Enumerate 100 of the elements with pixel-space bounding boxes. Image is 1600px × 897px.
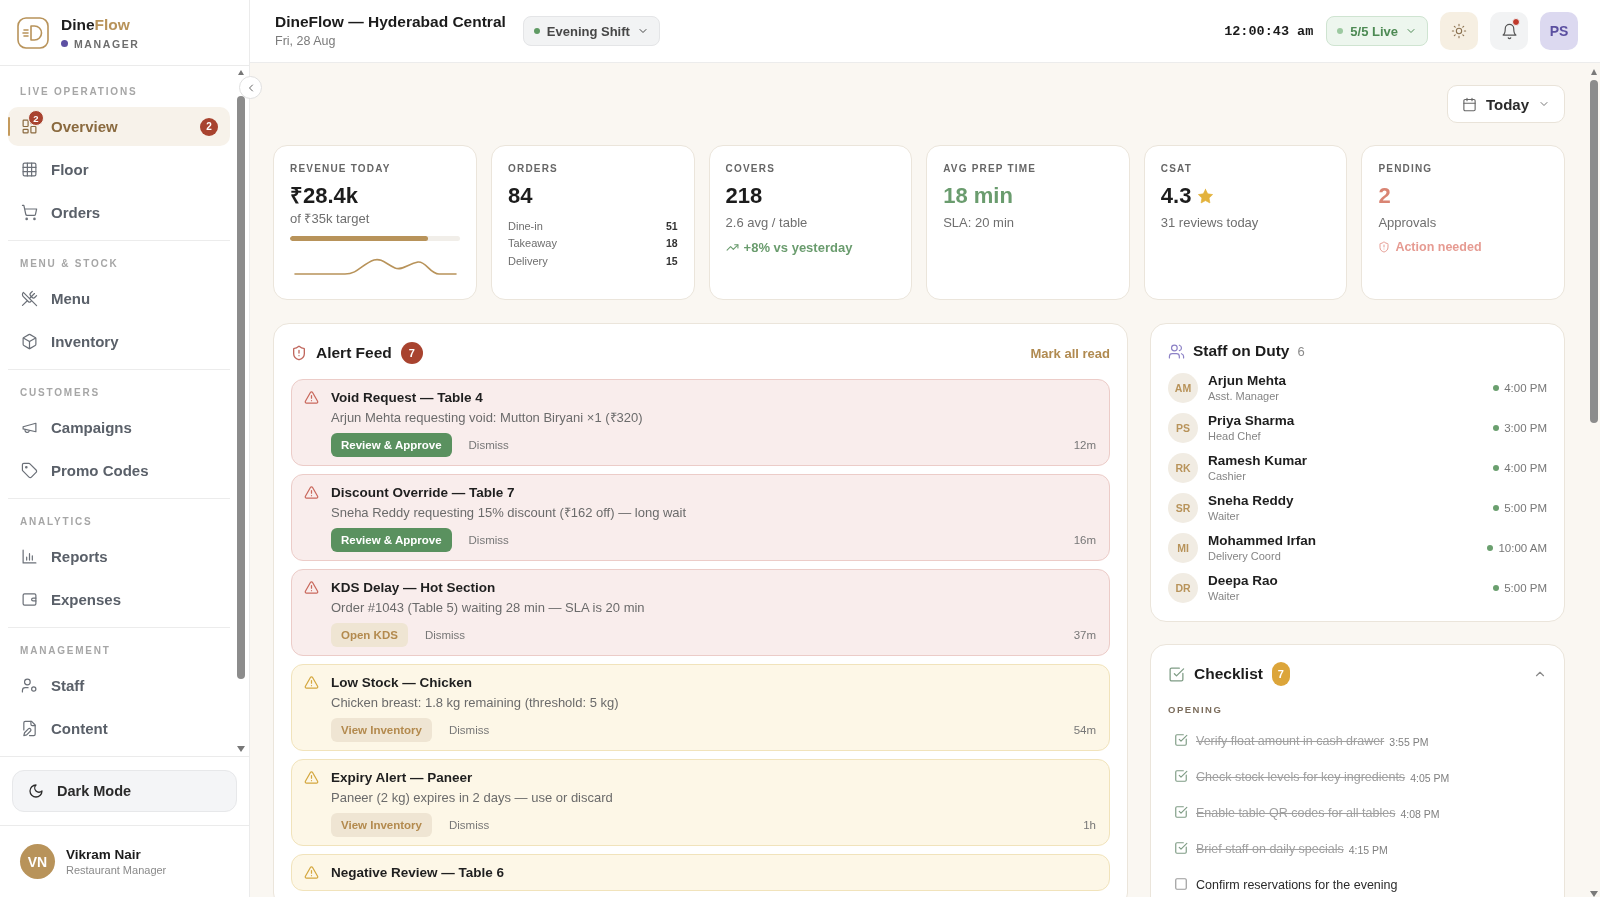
staff-avatar: PS <box>1168 413 1198 443</box>
scrollbar[interactable] <box>1590 69 1598 897</box>
dark-mode-button[interactable]: Dark Mode <box>12 770 237 812</box>
alert-title: Discount Override — Table 7 <box>331 484 516 502</box>
utensils-icon <box>21 290 38 307</box>
stat-value: 18 min <box>943 183 1013 209</box>
alert-note: Action needed <box>1395 240 1482 254</box>
nav-item[interactable]: Reports <box>8 537 230 576</box>
dismiss-button[interactable]: Dismiss <box>424 629 466 641</box>
page-date: Fri, 28 Aug <box>275 34 337 49</box>
nav-item[interactable]: Orders <box>8 193 230 232</box>
checkbox[interactable] <box>1174 733 1188 747</box>
breakdown-label: Delivery <box>508 254 548 267</box>
nav-item[interactable]: Content <box>8 709 230 748</box>
bell-icon <box>1500 22 1518 40</box>
nav-item[interactable]: Promo Codes <box>8 451 230 490</box>
grid-icon <box>21 161 38 178</box>
dismiss-button[interactable]: Dismiss <box>448 819 490 831</box>
nav-item[interactable]: Floor <box>8 150 230 189</box>
checkbox[interactable] <box>1174 769 1188 783</box>
user-role: Restaurant Manager <box>66 864 167 876</box>
brand-name: DineFlow <box>61 15 130 34</box>
alert-time: 16m <box>1073 534 1096 546</box>
nav-item[interactable]: Menu <box>8 279 230 318</box>
checkbox[interactable] <box>1174 805 1188 819</box>
mark-all-read-link[interactable]: Mark all read <box>1030 345 1110 361</box>
staff-role: Delivery Coord <box>1208 549 1281 563</box>
staff-count: 6 <box>1297 343 1305 359</box>
stat-caption: 31 reviews today <box>1160 215 1260 231</box>
trend-up-icon <box>725 241 739 254</box>
role-label: MANAGER <box>74 37 140 50</box>
nav-item[interactable]: 2 Overview 2 <box>8 107 230 146</box>
checklist-item-text: Confirm reservations for the evening <box>1196 877 1398 893</box>
staff-name: Arjun Mehta <box>1208 373 1286 389</box>
stat-label: ORDERS <box>508 163 559 175</box>
calendar-icon <box>1461 96 1477 112</box>
breakdown-value: 18 <box>665 237 678 250</box>
nav-item[interactable]: Inventory <box>8 322 230 361</box>
breakdown-value: 15 <box>665 254 678 267</box>
checkbox[interactable] <box>1174 877 1188 891</box>
alert-title: Void Request — Table 4 <box>331 389 484 407</box>
logo-icon <box>17 16 49 49</box>
notifications-button[interactable] <box>1490 12 1528 50</box>
tag-icon <box>21 462 38 479</box>
moon-icon <box>28 783 44 799</box>
count-badge: 7 <box>1271 662 1290 686</box>
stat-label: REVENUE TODAY <box>290 163 392 175</box>
staff-name: Priya Sharma <box>1208 413 1295 429</box>
theme-button[interactable] <box>1440 12 1478 50</box>
stat-label: PENDING <box>1378 163 1434 175</box>
stat-label: AVG PREP TIME <box>943 163 1038 175</box>
alert-time: 12m <box>1073 439 1096 451</box>
shield-alert-icon <box>291 345 307 361</box>
dismiss-button[interactable]: Dismiss <box>448 724 490 736</box>
count-badge: 7 <box>400 342 423 364</box>
live-status-selector[interactable]: 5/5 Live <box>1326 16 1428 46</box>
nav-item[interactable]: Expenses <box>8 580 230 619</box>
stat-caption: 2.6 avg / table <box>725 215 809 231</box>
breakdown-value: 51 <box>665 219 678 232</box>
user-gear-icon <box>21 677 38 694</box>
staff-avatar: RK <box>1168 453 1198 483</box>
stat-label: CSAT <box>1160 163 1194 175</box>
staff-avatar: SR <box>1168 493 1198 523</box>
staff-name: Deepa Rao <box>1208 573 1278 589</box>
star-icon <box>1197 187 1215 205</box>
nav-item[interactable]: Campaigns <box>8 408 230 447</box>
action-button[interactable]: Review & Approve <box>331 528 452 552</box>
shield-alert-icon <box>1378 241 1391 253</box>
box-icon <box>21 333 38 350</box>
users-icon <box>1168 342 1185 360</box>
alert-description: Arjun Mehta requesting void: Mutton Biryani ×1 (₹320) <box>331 409 644 427</box>
dot-icon <box>61 40 68 47</box>
section-label: OPENING <box>1168 704 1224 716</box>
alert-time: 37m <box>1073 629 1096 641</box>
dismiss-button[interactable]: Dismiss <box>468 534 509 546</box>
user-name: Vikram Nair <box>66 847 141 862</box>
checklist-item-text: Enable table QR codes for all tables <box>1196 805 1396 821</box>
trend-label: +8% vs yesterday <box>743 240 853 255</box>
staff-role: Waiter <box>1208 589 1240 603</box>
action-button[interactable]: Review & Approve <box>331 433 452 457</box>
stat-value: 4.3 <box>1160 183 1192 209</box>
dismiss-button[interactable]: Dismiss <box>468 439 509 451</box>
alert-title: Negative Review — Table 6 <box>331 864 506 882</box>
nav-item[interactable]: Staff <box>8 666 230 705</box>
date-range-button[interactable]: Today <box>1446 85 1565 123</box>
user-avatar[interactable]: PS <box>1540 12 1578 50</box>
checkbox[interactable] <box>1174 841 1188 855</box>
warning-icon <box>304 485 319 500</box>
notification-badge: 2 <box>28 110 44 126</box>
panel-title: Alert Feed <box>316 344 392 362</box>
shift-selector[interactable]: Evening Shift <box>522 16 660 46</box>
staff-avatar: DR <box>1168 573 1198 603</box>
alert-description: Order #1043 (Table 5) waiting 28 min — SLA is 20 min <box>331 599 646 617</box>
staff-name: Mohammed Irfan <box>1208 533 1316 549</box>
scrollbar[interactable] <box>237 70 245 752</box>
stat-label: COVERS <box>725 163 777 175</box>
staff-role: Waiter <box>1208 509 1240 523</box>
staff-role: Cashier <box>1208 469 1246 483</box>
count-badge: 2 <box>200 117 218 136</box>
stat-caption: Approvals <box>1378 215 1438 231</box>
